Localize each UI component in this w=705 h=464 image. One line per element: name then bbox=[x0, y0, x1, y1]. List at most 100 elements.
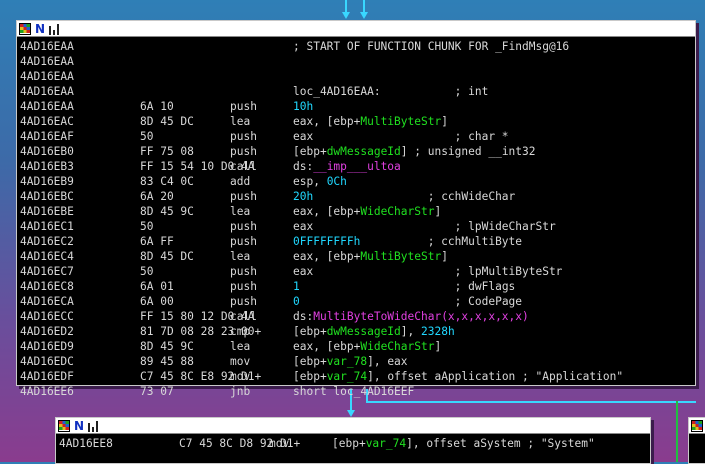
operand-token[interactable]: [ebp+ bbox=[332, 437, 366, 450]
mnemonic[interactable]: push bbox=[230, 144, 293, 159]
mnemonic[interactable] bbox=[230, 39, 293, 54]
mnemonic[interactable] bbox=[230, 54, 293, 69]
mnemonic[interactable]: cmp bbox=[230, 324, 293, 339]
operand-token[interactable]: ] bbox=[441, 250, 448, 263]
address[interactable]: 4AD16ED2 bbox=[20, 324, 140, 339]
operand-token[interactable]: eax ; char * bbox=[293, 130, 509, 143]
block-titlebar-right[interactable] bbox=[689, 418, 705, 434]
operand-token[interactable]: ; cchMultiByte bbox=[360, 235, 522, 248]
operand-token[interactable]: ], eax bbox=[367, 355, 407, 368]
n-icon[interactable]: N bbox=[74, 420, 84, 432]
address[interactable]: 4AD16EBE bbox=[20, 204, 140, 219]
operand-token[interactable]: [ebp+ bbox=[293, 145, 327, 158]
code-line[interactable]: 4AD16EDC 89 45 88 mov [ebp+var_78], eax bbox=[20, 354, 695, 369]
operand-token[interactable]: 0Ch bbox=[327, 175, 347, 188]
operand-token[interactable]: WideCharStr bbox=[360, 340, 434, 353]
address[interactable]: 4AD16EBC bbox=[20, 189, 140, 204]
operand-token[interactable]: var_74 bbox=[366, 437, 406, 450]
address[interactable]: 4AD16EE8 bbox=[59, 436, 179, 451]
operand-token[interactable]: ; dwFlags bbox=[300, 280, 516, 293]
code-line[interactable]: 4AD16EC2 6A FF push 0FFFFFFFFh ; cchMultiBy… bbox=[20, 234, 695, 249]
code-line[interactable]: 4AD16EC8 6A 01 push 1 ; dwFlags bbox=[20, 279, 695, 294]
code-line[interactable]: 4AD16EC7 50 push eax ; lpMultiByteStr bbox=[20, 264, 695, 279]
operands[interactable]: esp, 0Ch bbox=[293, 174, 347, 189]
operand-token[interactable]: 0 bbox=[293, 295, 300, 308]
mnemonic[interactable] bbox=[230, 84, 293, 99]
operand-token[interactable]: dwMessageId bbox=[327, 145, 401, 158]
address[interactable]: 4AD16EAF bbox=[20, 129, 140, 144]
operand-token[interactable]: ], offset aSystem ; "System" bbox=[406, 437, 595, 450]
operand-token[interactable]: 0FFFFFFFFh bbox=[293, 235, 360, 248]
operand-token[interactable]: ; CodePage bbox=[300, 295, 522, 308]
operand-token[interactable]: ] bbox=[434, 340, 441, 353]
mnemonic[interactable]: call bbox=[230, 309, 293, 324]
mnemonic[interactable]: mov bbox=[230, 354, 293, 369]
operands[interactable]: 20h ; cchWideChar bbox=[293, 189, 515, 204]
mnemonic[interactable]: push bbox=[230, 129, 293, 144]
operands[interactable]: [ebp+dwMessageId], 2328h bbox=[293, 324, 455, 339]
operands[interactable]: loc_4AD16EAA: ; int bbox=[293, 84, 488, 99]
address[interactable]: 4AD16EAA bbox=[20, 54, 140, 69]
address[interactable]: 4AD16EAC bbox=[20, 114, 140, 129]
code-line[interactable]: 4AD16EAA 6A 10 push 10h bbox=[20, 99, 695, 114]
address[interactable]: 4AD16EC7 bbox=[20, 264, 140, 279]
mnemonic[interactable]: push bbox=[230, 219, 293, 234]
code-line[interactable]: 4AD16EBE 8D 45 9C lea eax, [ebp+WideCharStr… bbox=[20, 204, 695, 219]
operand-token[interactable]: ] bbox=[441, 115, 448, 128]
address[interactable]: 4AD16EB9 bbox=[20, 174, 140, 189]
operand-token[interactable]: dwMessageId bbox=[327, 325, 401, 338]
code-block-main[interactable]: N 4AD16EAA ; START OF FUNCTION CHUNK FOR … bbox=[16, 20, 696, 398]
operand-token[interactable]: 1 bbox=[293, 280, 300, 293]
grid-icon[interactable] bbox=[691, 419, 703, 432]
code-block-right-partial[interactable] bbox=[688, 417, 705, 464]
mnemonic[interactable]: mov bbox=[269, 436, 332, 451]
operand-token[interactable]: short loc_4AD16EEF bbox=[293, 385, 414, 398]
address[interactable]: 4AD16EAA bbox=[20, 84, 140, 99]
address[interactable]: 4AD16EDF bbox=[20, 369, 140, 384]
mnemonic[interactable]: push bbox=[230, 264, 293, 279]
operands[interactable]: [ebp+var_74], offset aApplication ; "App… bbox=[293, 369, 623, 384]
operands[interactable]: eax, [ebp+MultiByteStr] bbox=[293, 249, 448, 264]
address[interactable]: 4AD16EE6 bbox=[20, 384, 140, 399]
mnemonic[interactable]: lea bbox=[230, 204, 293, 219]
address[interactable]: 4AD16ECA bbox=[20, 294, 140, 309]
operand-token[interactable]: ds: bbox=[293, 310, 313, 323]
code-line[interactable]: 4AD16ED2 81 7D 08 28 23 00+ cmp [ebp+dwMess… bbox=[20, 324, 695, 339]
grid-icon[interactable] bbox=[19, 22, 31, 35]
operand-token[interactable]: var_74 bbox=[327, 370, 367, 383]
block-titlebar-bottom[interactable]: N bbox=[56, 418, 650, 434]
disassembly-listing-bottom[interactable]: 4AD16EE8 C7 45 8C D8 92 D1+ mov [ebp+var_74… bbox=[56, 434, 650, 451]
code-line[interactable]: 4AD16EB0 FF 75 08 push [ebp+dwMessageId] ; … bbox=[20, 144, 695, 159]
code-line[interactable]: 4AD16EC4 8D 45 DC lea eax, [ebp+MultiByteSt… bbox=[20, 249, 695, 264]
mnemonic[interactable] bbox=[230, 69, 293, 84]
operand-token[interactable]: ], offset aApplication ; "Application" bbox=[367, 370, 623, 383]
code-line[interactable]: 4AD16EDF C7 45 8C E8 92 D1+ mov [ebp+var_74… bbox=[20, 369, 695, 384]
address[interactable]: 4AD16EC1 bbox=[20, 219, 140, 234]
mnemonic[interactable]: push bbox=[230, 189, 293, 204]
mnemonic[interactable]: add bbox=[230, 174, 293, 189]
code-line[interactable]: 4AD16EAA loc_4AD16EAA: ; int bbox=[20, 84, 695, 99]
operand-token[interactable]: eax ; lpWideCharStr bbox=[293, 220, 556, 233]
code-line[interactable]: 4AD16EAA ; START OF FUNCTION CHUNK FOR _F… bbox=[20, 39, 695, 54]
address[interactable]: 4AD16EB0 bbox=[20, 144, 140, 159]
operand-token[interactable]: ; START OF FUNCTION CHUNK FOR _FindMsg@1… bbox=[293, 40, 569, 53]
operand-token[interactable]: 2328h bbox=[421, 325, 455, 338]
operands[interactable]: eax, [ebp+WideCharStr] bbox=[293, 204, 441, 219]
code-line[interactable]: 4AD16ED9 8D 45 9C lea eax, [ebp+WideCharStr… bbox=[20, 339, 695, 354]
code-line[interactable]: 4AD16EAC 8D 45 DC lea eax, [ebp+MultiByteSt… bbox=[20, 114, 695, 129]
operand-token[interactable]: WideCharStr bbox=[360, 205, 434, 218]
operands[interactable]: ; START OF FUNCTION CHUNK FOR _FindMsg@1… bbox=[293, 39, 569, 54]
mnemonic[interactable]: push bbox=[230, 234, 293, 249]
address[interactable]: 4AD16EC8 bbox=[20, 279, 140, 294]
mnemonic[interactable]: call bbox=[230, 159, 293, 174]
code-block-bottom[interactable]: N 4AD16EE8 C7 45 8C D8 92 D1+ mov [ebp+var_… bbox=[55, 417, 651, 464]
operand-token[interactable]: esp, bbox=[293, 175, 327, 188]
code-line[interactable]: 4AD16EB9 83 C4 0C add esp, 0Ch bbox=[20, 174, 695, 189]
mnemonic[interactable]: lea bbox=[230, 114, 293, 129]
operands[interactable]: 0 ; CodePage bbox=[293, 294, 522, 309]
operands[interactable]: ds:MultiByteToWideChar(x,x,x,x,x,x) bbox=[293, 309, 529, 324]
code-line[interactable]: 4AD16EE8 C7 45 8C D8 92 D1+ mov [ebp+var_74… bbox=[59, 436, 650, 451]
operands[interactable]: eax ; lpWideCharStr bbox=[293, 219, 556, 234]
disassembly-listing[interactable]: 4AD16EAA ; START OF FUNCTION CHUNK FOR _F… bbox=[17, 37, 695, 399]
address[interactable]: 4AD16ECC bbox=[20, 309, 140, 324]
